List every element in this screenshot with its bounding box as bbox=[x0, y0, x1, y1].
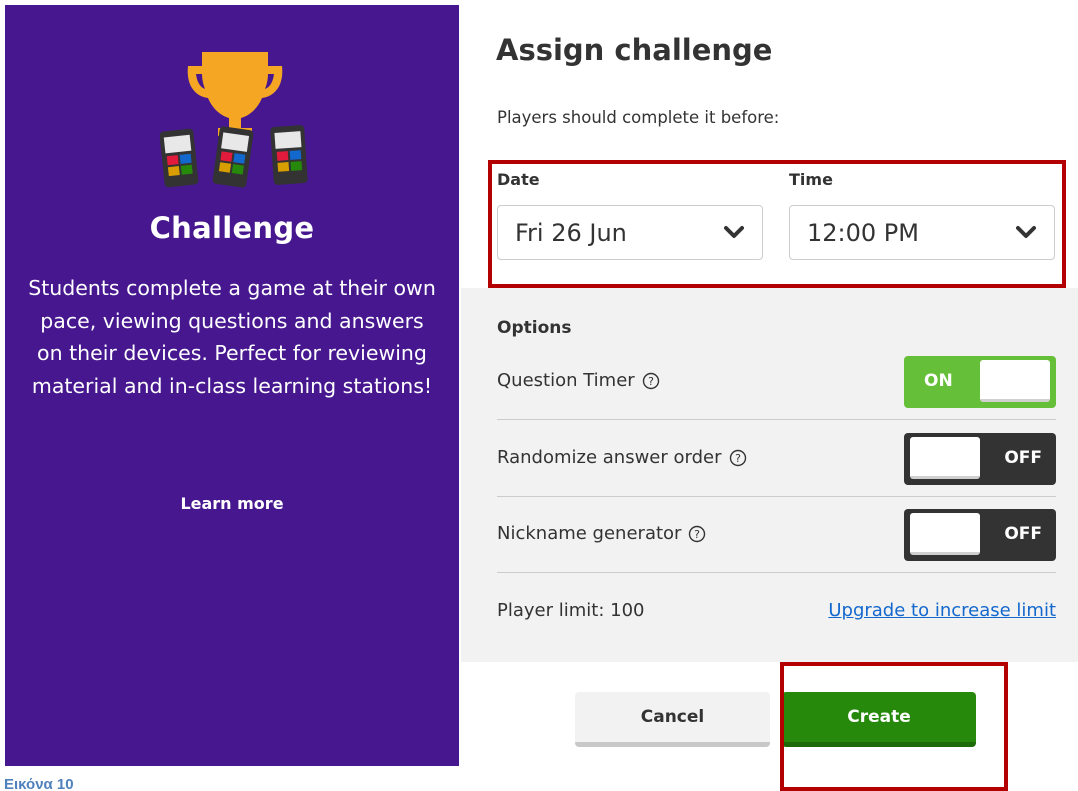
toggle-knob bbox=[980, 360, 1050, 402]
question-timer-label: Question Timer bbox=[497, 370, 635, 391]
help-icon[interactable]: ? bbox=[688, 525, 706, 543]
question-timer-label-wrap: Question Timer ? bbox=[497, 370, 660, 391]
time-select[interactable]: 12:00 PM bbox=[789, 205, 1055, 260]
help-icon[interactable]: ? bbox=[642, 372, 660, 390]
time-label: Time bbox=[789, 170, 833, 189]
deadline-subtitle: Players should complete it before: bbox=[497, 108, 780, 127]
learn-more-link[interactable]: Learn more bbox=[5, 494, 459, 513]
challenge-info-panel: Challenge Students complete a game at th… bbox=[5, 5, 459, 766]
date-value: Fri 26 Jun bbox=[515, 218, 627, 247]
option-row-player-limit: Player limit: 100 Upgrade to increase li… bbox=[497, 574, 1056, 644]
svg-text:?: ? bbox=[695, 528, 701, 541]
nickname-label-wrap: Nickname generator ? bbox=[497, 523, 706, 544]
cancel-button[interactable]: Cancel bbox=[575, 692, 770, 747]
toggle-knob bbox=[910, 437, 980, 479]
randomize-label: Randomize answer order bbox=[497, 447, 722, 468]
nickname-label: Nickname generator bbox=[497, 523, 682, 544]
time-value: 12:00 PM bbox=[807, 218, 919, 247]
dialog-title: Assign challenge bbox=[496, 33, 773, 67]
option-row-question-timer: Question Timer ? ON bbox=[497, 344, 1056, 420]
date-label: Date bbox=[497, 170, 540, 189]
player-limit-text: Player limit: 100 bbox=[497, 600, 645, 621]
nickname-toggle[interactable]: OFF bbox=[904, 509, 1056, 561]
toggle-state-text: OFF bbox=[1004, 524, 1042, 544]
panel-title: Challenge bbox=[149, 211, 315, 245]
svg-text:?: ? bbox=[648, 375, 654, 388]
panel-description: Students complete a game at their own pa… bbox=[28, 276, 436, 398]
trophy-with-phones-icon bbox=[160, 52, 308, 188]
upgrade-link[interactable]: Upgrade to increase limit bbox=[828, 600, 1056, 621]
figure-caption: Εικόνα 10 bbox=[4, 776, 74, 791]
chevron-down-icon bbox=[724, 226, 744, 238]
toggle-state-text: ON bbox=[924, 371, 953, 391]
create-button[interactable]: Create bbox=[782, 692, 976, 747]
question-timer-toggle[interactable]: ON bbox=[904, 356, 1056, 408]
randomize-label-wrap: Randomize answer order ? bbox=[497, 447, 747, 468]
svg-text:?: ? bbox=[735, 452, 741, 465]
options-heading: Options bbox=[497, 318, 572, 338]
randomize-toggle[interactable]: OFF bbox=[904, 433, 1056, 485]
option-row-randomize: Randomize answer order ? OFF bbox=[497, 421, 1056, 497]
help-icon[interactable]: ? bbox=[729, 449, 747, 467]
chevron-down-icon bbox=[1016, 226, 1036, 238]
date-select[interactable]: Fri 26 Jun bbox=[497, 205, 763, 260]
toggle-knob bbox=[910, 513, 980, 555]
option-row-nickname: Nickname generator ? OFF bbox=[497, 497, 1056, 573]
toggle-state-text: OFF bbox=[1004, 448, 1042, 468]
